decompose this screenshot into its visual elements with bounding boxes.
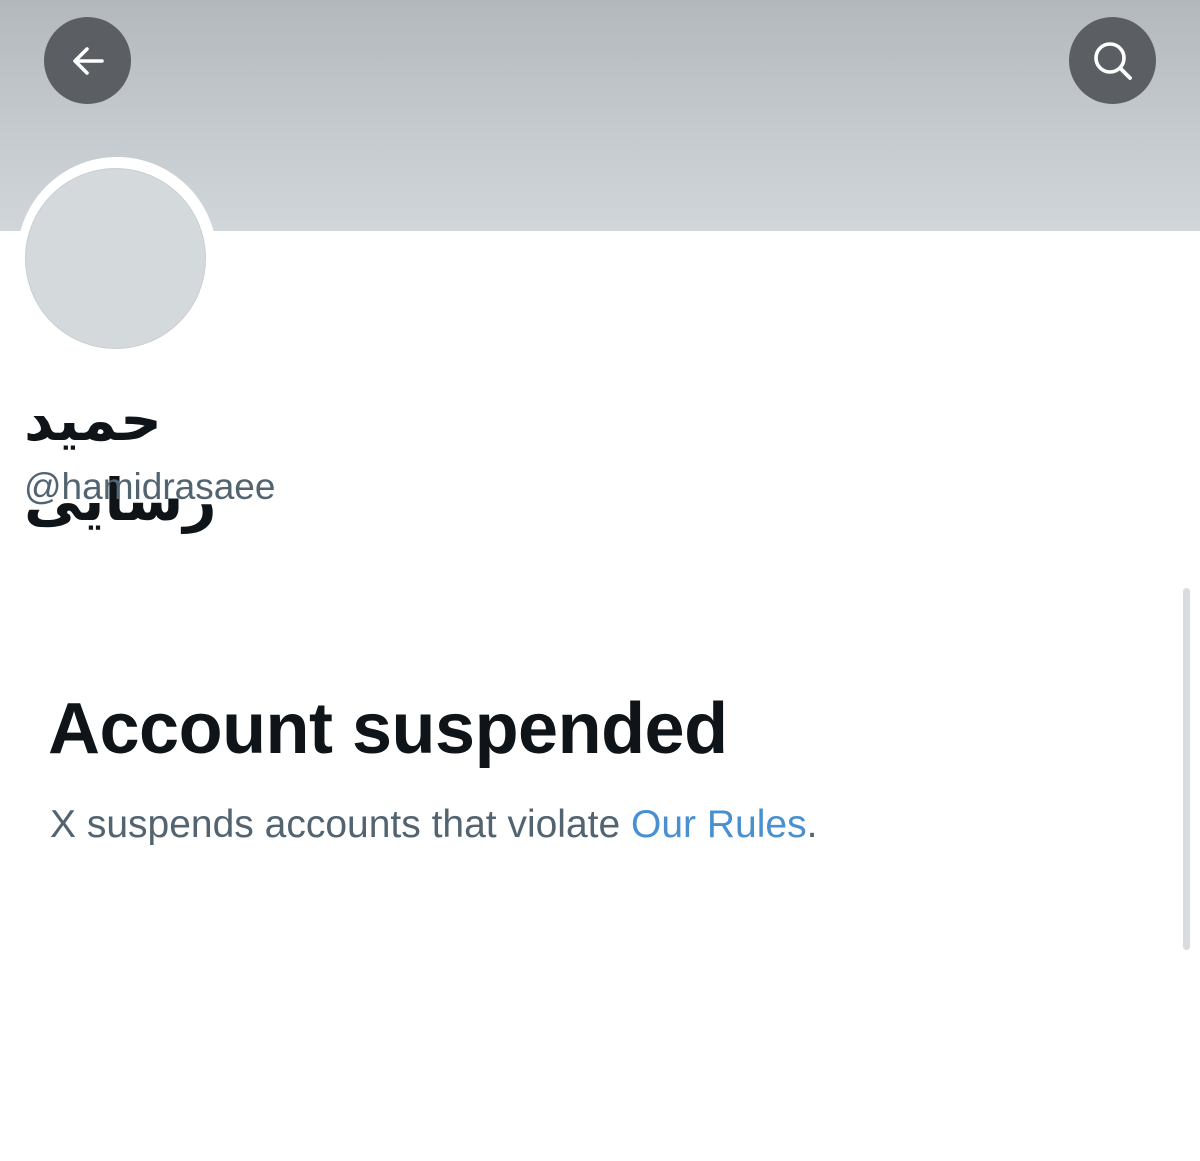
suspended-message: X suspends accounts that violate Our Rul…: [50, 800, 817, 850]
avatar-frame: [17, 157, 217, 357]
suspended-message-period: .: [806, 803, 818, 846]
scrollbar[interactable]: [1183, 588, 1190, 950]
profile-page: حمید رسایی @hamidrasaee Account suspende…: [0, 0, 1200, 1161]
our-rules-link[interactable]: Our Rules: [631, 803, 807, 846]
search-icon: [1093, 41, 1132, 80]
search-button[interactable]: [1069, 17, 1156, 104]
suspended-title: Account suspended: [48, 689, 728, 769]
arrow-left-icon: [72, 46, 104, 75]
profile-handle: @hamidrasaee: [24, 466, 276, 507]
avatar[interactable]: [25, 168, 206, 349]
back-button[interactable]: [44, 17, 131, 104]
profile-display-name: حمید رسایی: [24, 386, 217, 534]
suspended-message-text: X suspends accounts that violate: [50, 803, 632, 846]
